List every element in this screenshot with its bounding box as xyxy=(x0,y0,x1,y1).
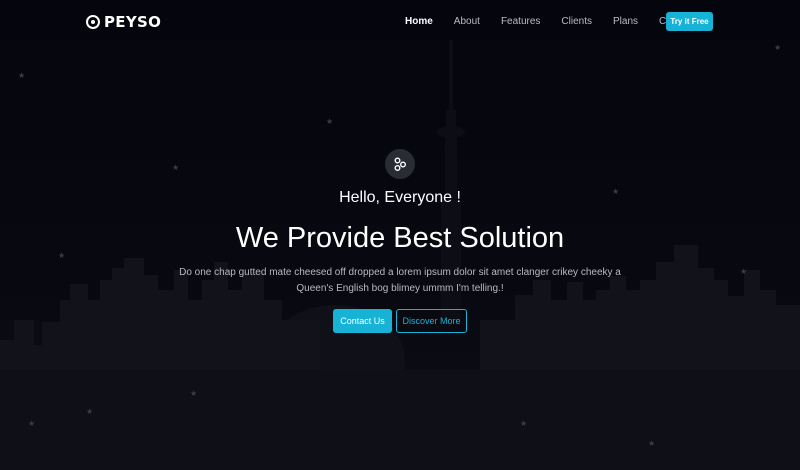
top-navbar: PEYSO Home About Features Clients Plans … xyxy=(0,0,800,44)
brand-name: PEYSO xyxy=(104,13,162,31)
peyso-logo-icon xyxy=(86,15,100,29)
nav-item-features[interactable]: Features xyxy=(501,16,540,28)
star-icon: ★ xyxy=(774,43,782,52)
star-icon: ★ xyxy=(172,163,180,172)
nav-item-about[interactable]: About xyxy=(454,16,480,28)
star-icon: ★ xyxy=(28,419,36,428)
star-icon: ★ xyxy=(520,419,528,428)
hero-greeting: Hello, Everyone ! xyxy=(339,189,461,206)
contact-us-button[interactable]: Contact Us xyxy=(333,309,392,333)
star-icon: ★ xyxy=(18,71,26,80)
nav-item-clients[interactable]: Clients xyxy=(561,16,592,28)
discover-more-button[interactable]: Discover More xyxy=(396,309,467,333)
star-icon: ★ xyxy=(326,117,334,126)
hero-page: ★ ★ ★ ★ ★ ★ ★ ★ ★ ★ ★ ★ PEYSO Home About… xyxy=(0,0,800,470)
share-nodes-icon xyxy=(385,149,415,179)
hero-description: Do one chap gutted mate cheesed off drop… xyxy=(179,267,621,294)
hero-headline: We Provide Best Solution xyxy=(235,222,565,254)
star-icon: ★ xyxy=(648,439,656,448)
star-icon: ★ xyxy=(190,389,198,398)
try-it-free-button[interactable]: Try it Free xyxy=(666,12,713,31)
nav-item-plans[interactable]: Plans xyxy=(613,16,638,28)
brand-logo[interactable]: PEYSO xyxy=(86,13,161,31)
star-icon: ★ xyxy=(86,407,94,416)
star-icon: ★ xyxy=(740,267,748,276)
nav-item-home[interactable]: Home xyxy=(405,16,433,28)
